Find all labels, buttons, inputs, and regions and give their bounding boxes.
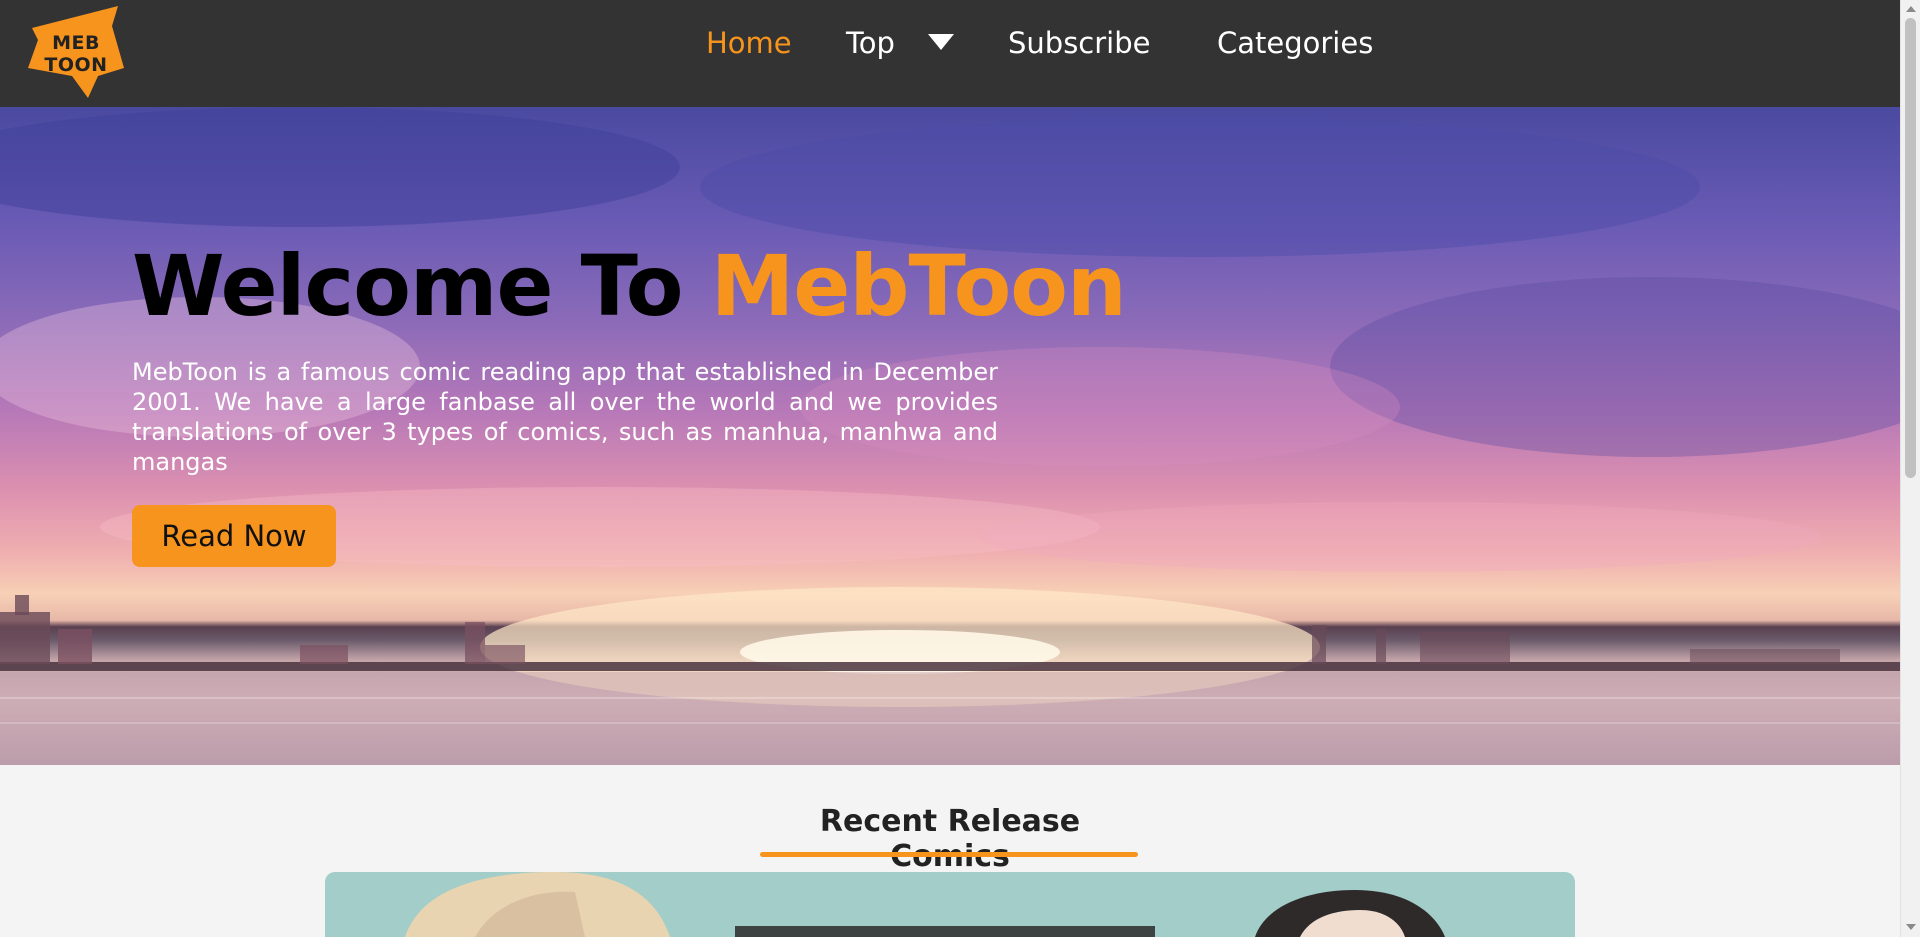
scroll-up-arrow-icon[interactable] [1906, 6, 1916, 12]
nav-categories-link[interactable]: Categories [1217, 26, 1373, 60]
scroll-down-arrow-icon[interactable] [1906, 924, 1916, 930]
site-logo[interactable]: MEB TOON [28, 6, 124, 98]
hero-title: Welcome To MebToon [132, 237, 1127, 335]
page-scrollbar[interactable] [1900, 0, 1920, 937]
section-underline [760, 852, 1138, 857]
nav-subscribe-link[interactable]: Subscribe [1008, 26, 1150, 60]
scrollbar-thumb[interactable] [1905, 18, 1916, 478]
hero-description: MebToon is a famous comic reading app th… [132, 358, 998, 476]
read-now-button[interactable]: Read Now [132, 505, 336, 567]
caret-down-icon[interactable] [928, 34, 954, 50]
hero-title-prefix: Welcome To [132, 237, 711, 335]
hero-banner: Welcome To MebToon MebToon is a famous c… [0, 107, 1900, 765]
recent-release-title: Recent Release Comics [819, 804, 1081, 874]
hero-title-brand: MebToon [710, 237, 1127, 335]
recent-comic-banner[interactable] [325, 872, 1575, 937]
comic-cover-image [405, 872, 1445, 937]
top-navbar: MEB TOON Home Top Subscribe Categories [0, 0, 1900, 107]
nav-top-link[interactable]: Top [846, 26, 895, 60]
nav-home-link[interactable]: Home [706, 26, 792, 60]
logo-text: MEB TOON [44, 32, 108, 76]
